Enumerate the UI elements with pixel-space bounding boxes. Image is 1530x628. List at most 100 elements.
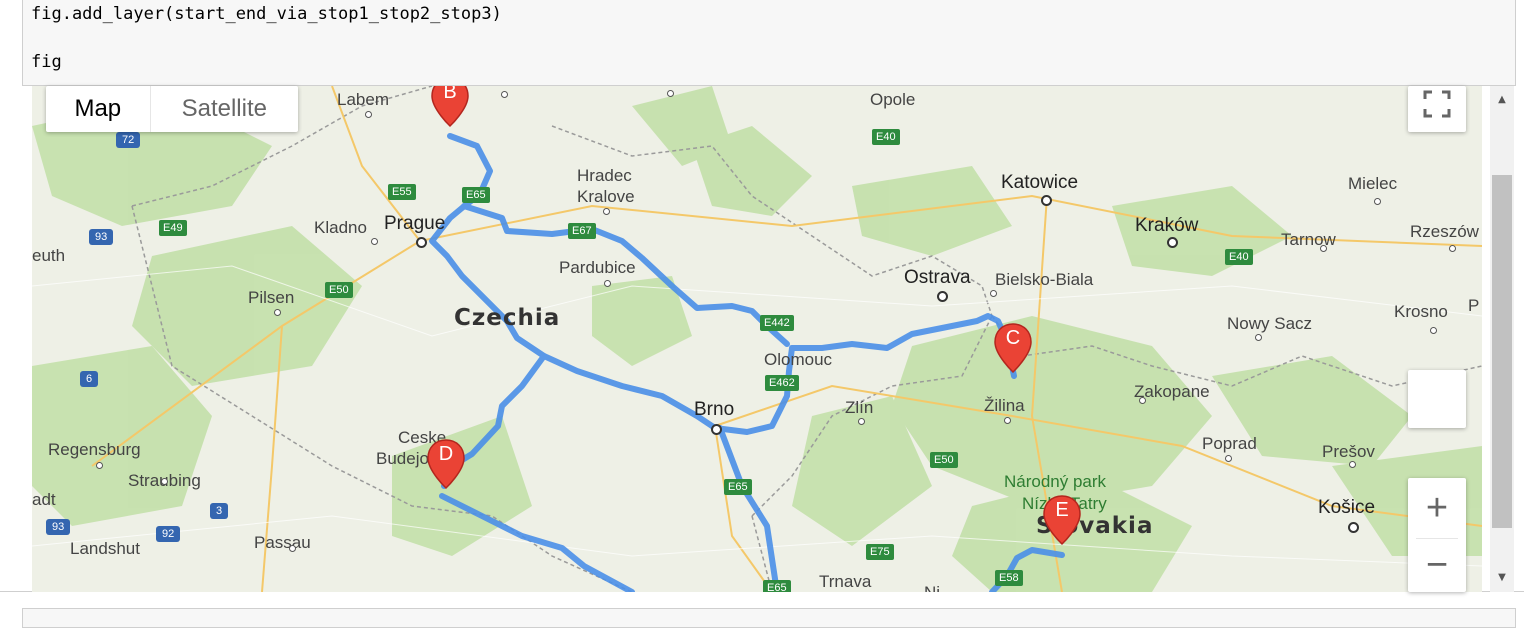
city-dot — [501, 91, 508, 98]
fullscreen-icon — [1423, 90, 1451, 118]
city-dot — [161, 478, 168, 485]
city-dot — [289, 545, 296, 552]
road-label-e65: E65 — [462, 187, 490, 203]
place-pardubice: Pardubice — [559, 258, 636, 277]
place-nowy-sacz: Nowy Sacz — [1227, 314, 1313, 333]
marker-label-b: B — [443, 86, 457, 103]
city-dot — [1041, 195, 1052, 206]
place-ni: Ni — [924, 583, 940, 592]
city-dot — [1348, 522, 1359, 533]
country-czechia: Czechia — [454, 305, 561, 331]
scrollbar-thumb[interactable] — [1492, 175, 1512, 528]
marker-label-d: D — [438, 443, 454, 465]
code-line-1: fig.add_layer(start_end_via_stop1_stop2_… — [31, 4, 502, 24]
street-view-button[interactable] — [1408, 370, 1466, 428]
route-marker-d[interactable]: D — [426, 438, 466, 490]
next-code-cell[interactable] — [22, 608, 1516, 628]
road-shield-93: 93 — [89, 229, 114, 245]
place-zilina: Žilina — [984, 396, 1025, 415]
place-bielsko: Bielsko-Biala — [995, 270, 1094, 289]
city-dot — [365, 111, 372, 118]
place-trnava: Trnava — [819, 572, 872, 591]
road-label-e58: E58 — [995, 570, 1023, 586]
road-shield-92: 92 — [156, 526, 181, 542]
city-dot — [603, 208, 610, 215]
scroll-down-arrow-icon[interactable]: ▼ — [1493, 570, 1511, 586]
place-prague: Prague — [384, 213, 446, 234]
place-passau: Passau — [254, 533, 311, 552]
city-dot — [1004, 417, 1011, 424]
city-dot — [937, 291, 948, 302]
place-olomouc: Olomouc — [764, 350, 833, 369]
road-shield-3: 3 — [210, 503, 229, 519]
place-krakow: Kraków — [1135, 215, 1199, 236]
road-label-e40: E40 — [872, 129, 900, 145]
road-label-e442: E442 — [760, 315, 794, 331]
city-dot — [96, 462, 103, 469]
place-hradec-2: Kralove — [577, 187, 635, 206]
place-zlin: Zlín — [845, 398, 874, 417]
city-dot — [1449, 245, 1456, 252]
route-marker-e[interactable]: E — [1042, 494, 1082, 546]
marker-label-e: E — [1055, 499, 1069, 521]
place-presov: Prešov — [1322, 442, 1375, 461]
place-krosno: Krosno — [1394, 302, 1448, 321]
route-marker-b[interactable]: B — [430, 86, 470, 128]
city-dot — [274, 309, 281, 316]
road-label-e65-b: E65 — [724, 479, 752, 495]
city-dot — [1349, 461, 1356, 468]
route-marker-c[interactable]: C — [993, 322, 1033, 374]
city-dot — [858, 418, 865, 425]
city-dot — [1320, 245, 1327, 252]
place-tarnow: Tarnow — [1281, 230, 1336, 249]
city-dot — [604, 280, 611, 287]
road-label-e65-c: E65 — [763, 580, 791, 592]
road-shield-93-b: 93 — [46, 519, 71, 535]
place-regensburg: Regensburg — [48, 440, 141, 459]
place-rzeszow: Rzeszów — [1410, 222, 1479, 241]
city-dot — [1139, 397, 1146, 404]
road-label-e462: E462 — [765, 375, 799, 391]
city-dot — [1430, 327, 1437, 334]
map-type-satellite-button[interactable]: Satellite — [151, 86, 298, 132]
city-dot — [1255, 334, 1262, 341]
place-pilsen: Pilsen — [248, 288, 295, 307]
code-cell[interactable]: fig.add_layer(start_end_via_stop1_stop2_… — [22, 0, 1516, 86]
road-label-e40-b: E40 — [1225, 249, 1253, 265]
park-label-1: Národný park — [1004, 472, 1107, 491]
road-label-e67: E67 — [568, 223, 596, 239]
place-mielec: Mielec — [1348, 174, 1398, 193]
zoom-in-button[interactable]: + — [1408, 478, 1466, 538]
city-dot — [371, 238, 378, 245]
fullscreen-button[interactable] — [1408, 86, 1466, 132]
map-type-map-button[interactable]: Map — [46, 86, 151, 132]
road-label-e50: E50 — [325, 282, 353, 298]
place-kladno: Kladno — [314, 218, 367, 237]
place-opole: Opole — [870, 90, 916, 109]
map-canvas[interactable]: Labem Opole Hradec Kralove Katowice Miel… — [32, 86, 1482, 592]
place-brno: Brno — [694, 399, 735, 420]
place-adt: adt — [32, 490, 56, 509]
city-dot — [1167, 237, 1178, 248]
scroll-up-arrow-icon[interactable]: ▲ — [1493, 92, 1511, 108]
place-katowice: Katowice — [1001, 172, 1079, 193]
place-kosice: Košice — [1318, 497, 1376, 518]
city-dot — [711, 424, 722, 435]
city-dot — [667, 90, 674, 97]
zoom-out-button[interactable]: − — [1408, 539, 1466, 592]
road-label-e50-b: E50 — [930, 452, 958, 468]
road-shield-72: 72 — [116, 132, 141, 148]
place-ostrava: Ostrava — [904, 267, 971, 288]
place-euth: euth — [32, 246, 66, 265]
place-landshut: Landshut — [70, 539, 140, 558]
map-background — [32, 86, 1482, 592]
road-label-e75: E75 — [866, 544, 894, 560]
city-dot — [990, 290, 997, 297]
city-dot — [1374, 198, 1381, 205]
map-type-control: Map Satellite — [46, 86, 298, 132]
road-shield-6: 6 — [80, 371, 99, 387]
code-line-3: fig — [31, 52, 62, 72]
place-labem: Labem — [337, 90, 389, 109]
city-dot — [1225, 455, 1232, 462]
marker-label-c: C — [1005, 327, 1021, 349]
